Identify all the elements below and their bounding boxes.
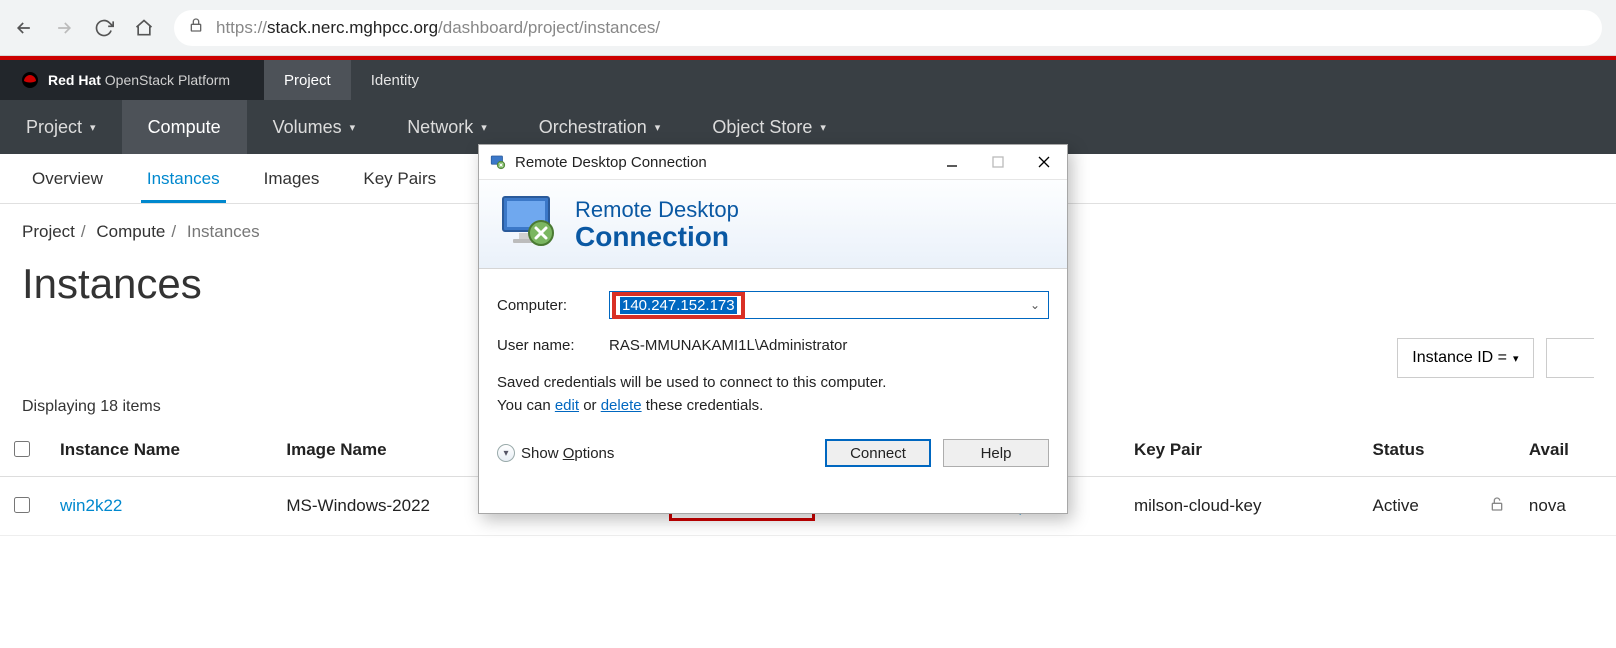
col-availability: Avail (1519, 424, 1616, 477)
browser-toolbar: https://stack.nerc.mghpcc.org/dashboard/… (0, 0, 1616, 56)
back-button[interactable] (8, 12, 40, 44)
subnav-overview[interactable]: Overview (10, 154, 125, 203)
rdp-header-line2: Connection (575, 223, 739, 251)
brand-bold: Red Hat (48, 72, 101, 88)
rdp-monitor-icon (497, 193, 561, 256)
computer-combo[interactable]: 140.247.152.173 ⌄ (609, 291, 1049, 319)
computer-value-redbox: 140.247.152.173 (612, 292, 745, 319)
breadcrumb-item[interactable]: Project (22, 222, 75, 241)
chevron-down-icon: ▾ (350, 121, 356, 134)
url-bar[interactable]: https://stack.nerc.mghpcc.org/dashboard/… (174, 10, 1602, 46)
col-key-pair: Key Pair (1124, 424, 1363, 477)
rdp-header: Remote Desktop Connection (479, 179, 1067, 269)
computer-value: 140.247.152.173 (620, 297, 737, 314)
url-host: stack.nerc.mghpcc.org (267, 18, 438, 38)
subnav-images[interactable]: Images (242, 154, 342, 203)
url-path: /dashboard/project/instances/ (438, 18, 660, 38)
nav-compute[interactable]: Compute (122, 100, 247, 154)
subnav-instances[interactable]: Instances (125, 154, 242, 203)
rdp-titlebar[interactable]: Remote Desktop Connection (479, 145, 1067, 179)
nav-volumes[interactable]: Volumes▾ (247, 100, 382, 154)
maximize-button[interactable] (975, 147, 1021, 177)
unlock-icon (1489, 499, 1505, 516)
filter-value-input[interactable] (1546, 338, 1594, 378)
top-tab-project[interactable]: Project (264, 60, 351, 100)
minimize-button[interactable] (929, 147, 975, 177)
rdp-dialog: Remote Desktop Connection (478, 144, 1068, 514)
computer-label: Computer: (497, 297, 601, 314)
home-button[interactable] (128, 12, 160, 44)
rdp-title-text: Remote Desktop Connection (515, 154, 707, 171)
chevron-down-icon: ▾ (655, 121, 661, 134)
row-checkbox[interactable] (14, 497, 30, 513)
col-instance-name: Instance Name (50, 424, 276, 477)
masthead: Red Hat OpenStack Platform Project Ident… (0, 60, 1616, 100)
col-status: Status (1363, 424, 1479, 477)
availability-zone: nova (1519, 477, 1616, 536)
username-value: RAS-MMUNAKAMI1L\Administrator (609, 337, 847, 354)
expand-down-icon: ▾ (497, 444, 515, 462)
url-protocol: https:// (216, 18, 267, 38)
close-button[interactable] (1021, 147, 1067, 177)
select-all-checkbox[interactable] (14, 441, 30, 457)
rdp-icon (489, 153, 507, 171)
instance-name-link[interactable]: win2k22 (60, 496, 122, 515)
redhat-icon (20, 70, 40, 90)
brand-light: OpenStack Platform (105, 72, 230, 88)
rdp-header-line1: Remote Desktop (575, 197, 739, 223)
chevron-down-icon[interactable]: ⌄ (1030, 298, 1040, 312)
delete-credentials-link[interactable]: delete (601, 397, 642, 414)
top-tab-identity[interactable]: Identity (351, 60, 439, 100)
chevron-down-icon: ▾ (820, 121, 826, 134)
reload-button[interactable] (88, 12, 120, 44)
chevron-down-icon: ▾ (481, 121, 487, 134)
saved-creds-note: Saved credentials will be used to connec… (497, 372, 1049, 417)
brand-logo-area[interactable]: Red Hat OpenStack Platform (0, 60, 264, 100)
subnav-key-pairs[interactable]: Key Pairs (341, 154, 458, 203)
chevron-down-icon: ▾ (90, 121, 96, 134)
breadcrumb-item[interactable]: Compute (96, 222, 165, 241)
status: Active (1363, 477, 1479, 536)
filter-field-dropdown[interactable]: Instance ID = ▾ (1397, 338, 1533, 378)
forward-button[interactable] (48, 12, 80, 44)
show-options-toggle[interactable]: ▾ Show Options (497, 444, 614, 462)
edit-credentials-link[interactable]: edit (555, 397, 579, 414)
breadcrumb-current: Instances (187, 222, 260, 241)
lock-icon (188, 17, 204, 38)
connect-button[interactable]: Connect (825, 439, 931, 467)
key-pair: milson-cloud-key (1124, 477, 1363, 536)
caret-down-icon: ▾ (1513, 352, 1519, 365)
help-button[interactable]: Help (943, 439, 1049, 467)
username-label: User name: (497, 337, 601, 354)
nav-project[interactable]: Project▾ (0, 100, 122, 154)
